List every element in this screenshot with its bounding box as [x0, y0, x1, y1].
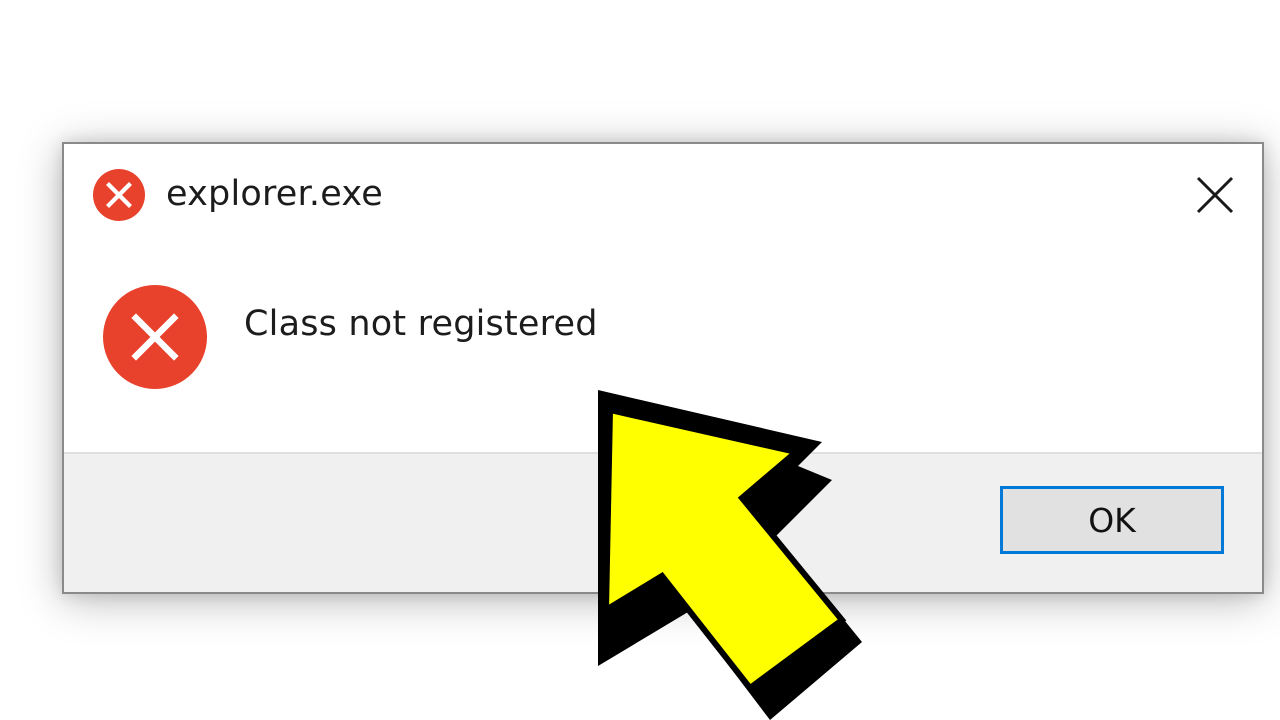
close-icon[interactable]: [1190, 170, 1240, 220]
screen: explorer.exe Class not registered OK: [0, 0, 1280, 720]
title-bar: explorer.exe: [64, 144, 1262, 244]
dialog-title: explorer.exe: [166, 174, 383, 214]
error-dialog: explorer.exe Class not registered OK: [62, 142, 1264, 594]
dialog-footer: OK: [64, 452, 1262, 592]
ok-button[interactable]: OK: [1000, 486, 1224, 554]
error-icon: [93, 169, 145, 221]
error-icon: [103, 285, 207, 389]
error-message: Class not registered: [244, 304, 598, 344]
